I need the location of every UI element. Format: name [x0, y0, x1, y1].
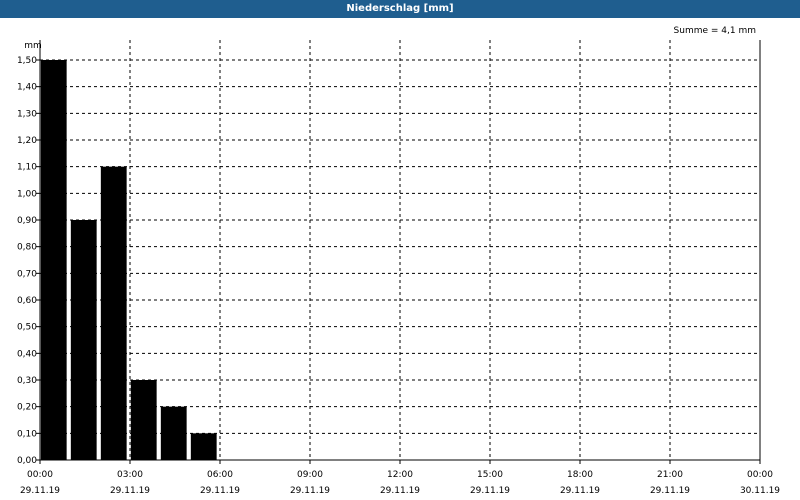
x-tick-time-label: 00:00 [27, 470, 53, 480]
y-tick-label: 0,30 [17, 376, 37, 386]
x-tick-date-label: 29.11.19 [200, 486, 240, 496]
x-tick-date-label: 29.11.19 [20, 486, 60, 496]
precipitation-bar [70, 220, 97, 460]
x-tick-date-label: 29.11.19 [560, 486, 600, 496]
y-tick-label: 1,20 [17, 136, 37, 146]
y-tick-label: 1,50 [17, 56, 37, 66]
precipitation-bar [160, 406, 187, 460]
y-tick-label: 0,60 [17, 296, 37, 306]
y-axis-unit-label: mm [24, 41, 42, 51]
x-tick-date-label: 30.11.19 [740, 486, 780, 496]
y-tick-label: 0,00 [17, 456, 37, 466]
x-tick-time-label: 12:00 [387, 470, 413, 480]
y-tick-label: 0,50 [17, 323, 37, 333]
x-tick-date-label: 29.11.19 [110, 486, 150, 496]
chart-bars [40, 60, 217, 460]
x-tick-time-label: 00:00 [747, 470, 773, 480]
precipitation-chart: 0,00 0,10 0,20 0,30 0,40 0,50 0,60 0,70 0,80 0,90… [17, 40, 780, 496]
x-tick-date-label: 29.11.19 [470, 486, 510, 496]
x-tick-date-label: 29.11.19 [290, 486, 330, 496]
precipitation-bar [100, 166, 127, 460]
x-tick-time-label: 03:00 [117, 470, 143, 480]
x-tick-time-label: 15:00 [477, 470, 503, 480]
y-tick-label: 0,20 [17, 403, 37, 413]
precipitation-bar [130, 380, 157, 460]
y-tick-label: 1,10 [17, 163, 37, 173]
y-tick-label: 1,40 [17, 83, 37, 93]
y-tick-label: 0,40 [17, 349, 37, 359]
x-tick-time-label: 21:00 [657, 470, 683, 480]
x-tick-date-label: 29.11.19 [650, 486, 690, 496]
y-tick-label: 0,90 [17, 216, 37, 226]
y-tick-label: 0,10 [17, 429, 37, 439]
x-tick-time-label: 18:00 [567, 470, 593, 480]
precipitation-bar [190, 433, 217, 460]
x-tick-time-label: 09:00 [297, 470, 323, 480]
x-tick-time-label: 06:00 [207, 470, 233, 480]
y-tick-label: 0,70 [17, 269, 37, 279]
x-tick-date-label: 29.11.19 [380, 486, 420, 496]
y-tick-label: 1,30 [17, 109, 37, 119]
y-tick-label: 1,00 [17, 189, 37, 199]
precipitation-bar [40, 60, 67, 460]
y-tick-label: 0,80 [17, 243, 37, 253]
